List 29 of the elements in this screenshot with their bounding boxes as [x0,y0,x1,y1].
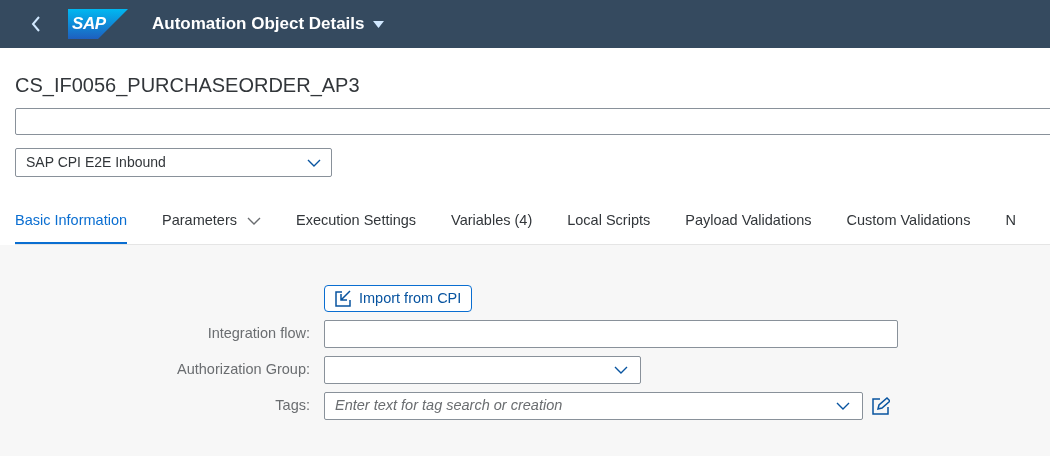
app-title-menu[interactable]: Automation Object Details [152,11,384,37]
import-button[interactable]: Import from CPI [324,285,473,312]
back-icon [31,16,41,32]
type-select[interactable]: SAP CPI E2E Inbound [15,148,332,177]
chevron-down-icon [836,402,850,410]
caret-icon [372,20,384,28]
tab[interactable]: Payload Validations [685,199,812,244]
chevron-down-icon [614,366,628,374]
chevron-down-icon [247,216,261,225]
edit-icon [872,397,890,415]
field-label: Authorization Group: [176,360,310,380]
edit-button[interactable] [871,396,891,416]
tab[interactable]: Execution Settings [296,199,417,244]
field-label: Integration flow: [206,324,310,344]
logo: SAP [68,9,128,39]
description-field[interactable] [15,108,1050,135]
tab[interactable]: N [1005,199,1016,244]
tab[interactable]: Basic Information [15,199,128,244]
tab[interactable]: Variables (4) [451,199,533,244]
authorization-group-select[interactable] [324,356,641,384]
tab[interactable]: Local Scripts [567,199,651,244]
tags-field[interactable]: Enter text for tag search or creation [324,392,863,420]
tab[interactable]: Parameters [162,199,261,244]
import-icon [335,290,353,307]
integration-flow-field[interactable] [324,320,898,348]
tab[interactable]: Custom Validations [846,199,971,244]
chevron-down-icon [307,158,321,167]
object-title: CS_IF0056_PURCHASEORDER_AP3 [15,73,361,98]
field-label: Tags: [274,396,310,416]
